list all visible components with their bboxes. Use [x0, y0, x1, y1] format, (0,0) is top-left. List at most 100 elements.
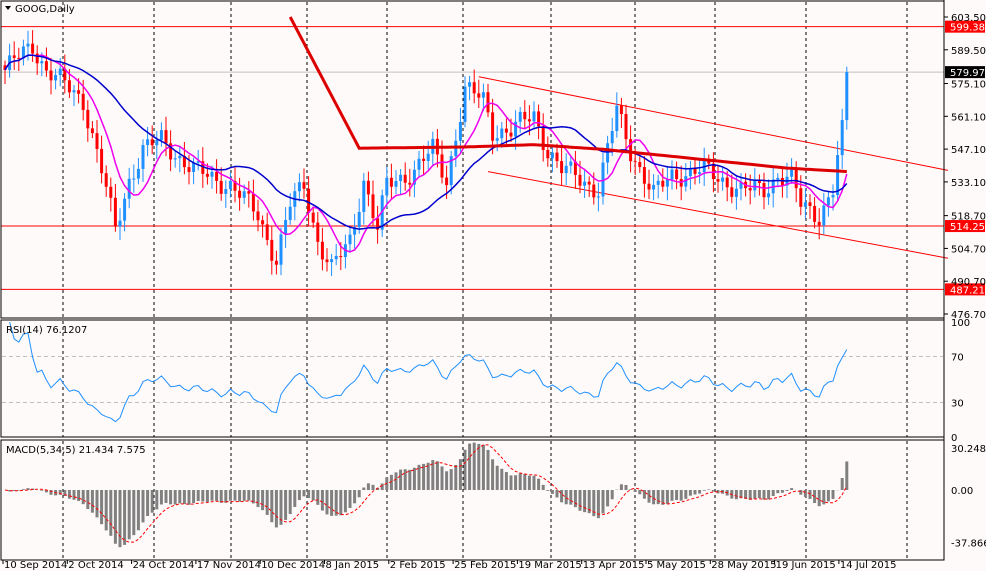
candle-body — [657, 181, 660, 185]
candle-body — [523, 112, 526, 119]
candle-body — [528, 119, 531, 121]
candle-body — [818, 222, 821, 225]
candle-body — [477, 93, 480, 97]
candle-body — [556, 153, 559, 161]
macd-histogram-bar — [247, 490, 250, 501]
macd-histogram-bar — [178, 490, 181, 503]
candle-body — [666, 180, 669, 187]
level-price-label: 514.25 — [950, 222, 985, 233]
candle-body — [813, 206, 816, 222]
candle-body — [611, 131, 614, 143]
candle-body — [721, 178, 724, 182]
candle-body — [188, 167, 191, 172]
macd-histogram-bar — [395, 472, 398, 490]
candle-body — [569, 162, 572, 166]
rsi-tick-label: 30 — [951, 399, 964, 410]
candle-body — [31, 44, 34, 54]
macd-histogram-bar — [569, 490, 572, 505]
candle-body — [36, 54, 39, 64]
candle-body — [243, 191, 246, 198]
candle-body — [763, 183, 766, 197]
candle-body — [321, 242, 324, 260]
candle-body — [505, 129, 508, 133]
macd-histogram-bar — [634, 490, 637, 492]
macd-histogram-bar — [574, 490, 577, 507]
macd-histogram-bar — [114, 490, 117, 544]
candle-body — [68, 80, 71, 92]
price-tick-label: 575.10 — [951, 80, 986, 91]
macd-histogram-bar — [165, 490, 168, 503]
candle-body — [418, 159, 421, 170]
macd-histogram-bar — [22, 489, 25, 490]
macd-histogram-bar — [229, 490, 232, 501]
macd-histogram-bar — [698, 490, 701, 494]
macd-histogram-bar — [459, 459, 462, 490]
macd-histogram-bar — [565, 490, 568, 504]
macd-histogram-bar — [169, 490, 172, 504]
price-tick-label: 603.50 — [951, 13, 986, 24]
macd-histogram-bar — [367, 483, 370, 490]
candle-body — [537, 111, 540, 126]
candle-body — [335, 256, 338, 259]
candle-body — [500, 129, 503, 139]
macd-histogram-bar — [441, 466, 444, 490]
macd-histogram-bar — [312, 490, 315, 500]
candle-body — [146, 139, 149, 145]
macd-histogram-bar — [211, 490, 214, 501]
candle-body — [408, 183, 411, 185]
candle-body — [160, 130, 163, 140]
macd-histogram-bar — [91, 490, 94, 513]
candle-body — [482, 92, 485, 97]
macd-histogram-bar — [445, 471, 448, 490]
macd-histogram-bar — [712, 490, 715, 491]
time-tick-label: 10 Sep 2014 — [4, 560, 67, 571]
candle-body — [758, 181, 761, 183]
macd-histogram-bar — [68, 490, 71, 499]
macd-histogram-bar — [523, 474, 526, 490]
candle-body — [519, 112, 522, 122]
candle-body — [178, 156, 181, 158]
chart-window[interactable]: 599.38514.25487.21603.50589.50575.10561.… — [0, 0, 986, 571]
candle-body — [648, 184, 651, 190]
candle-body — [533, 111, 536, 121]
macd-histogram-bar — [275, 490, 278, 527]
candle-body — [615, 106, 618, 131]
candle-body — [91, 128, 94, 133]
macd-histogram-bar — [201, 490, 204, 502]
candle-body — [372, 194, 375, 218]
candle-body — [735, 189, 738, 197]
macd-histogram-bar — [528, 476, 531, 490]
candle-body — [40, 61, 43, 63]
candle-body — [753, 181, 756, 190]
macd-histogram-bar — [335, 490, 338, 516]
candle-body — [114, 198, 117, 227]
macd-histogram-bar — [468, 444, 471, 490]
candle-body — [804, 202, 807, 207]
macd-histogram-bar — [735, 490, 738, 499]
candle-body — [155, 140, 158, 145]
candle-body — [487, 92, 490, 112]
candle-body — [330, 259, 333, 262]
candle-body — [211, 172, 214, 177]
macd-histogram-bar — [496, 466, 499, 490]
macd-histogram-bar — [293, 490, 296, 507]
candle-body — [776, 178, 779, 180]
level-price-label: 599.38 — [950, 23, 985, 34]
macd-histogram-bar — [349, 490, 352, 508]
macd-histogram-bar — [454, 465, 457, 490]
time-tick-label: 24 Oct 2014 — [133, 560, 195, 571]
candle-body — [717, 179, 720, 182]
macd-histogram-bar — [675, 490, 678, 500]
candle-body — [132, 179, 135, 180]
candle-body — [671, 170, 674, 180]
macd-histogram-bar — [362, 488, 365, 490]
chart-canvas[interactable]: 599.38514.25487.21603.50589.50575.10561.… — [0, 0, 986, 571]
macd-histogram-bar — [413, 468, 416, 490]
candle-body — [303, 182, 306, 189]
candle-body — [349, 235, 352, 245]
candle-body — [767, 193, 770, 197]
price-tick-label: 518.70 — [951, 212, 986, 223]
macd-histogram-bar — [146, 490, 149, 516]
candle-body — [675, 170, 678, 179]
candle-body — [822, 205, 825, 225]
